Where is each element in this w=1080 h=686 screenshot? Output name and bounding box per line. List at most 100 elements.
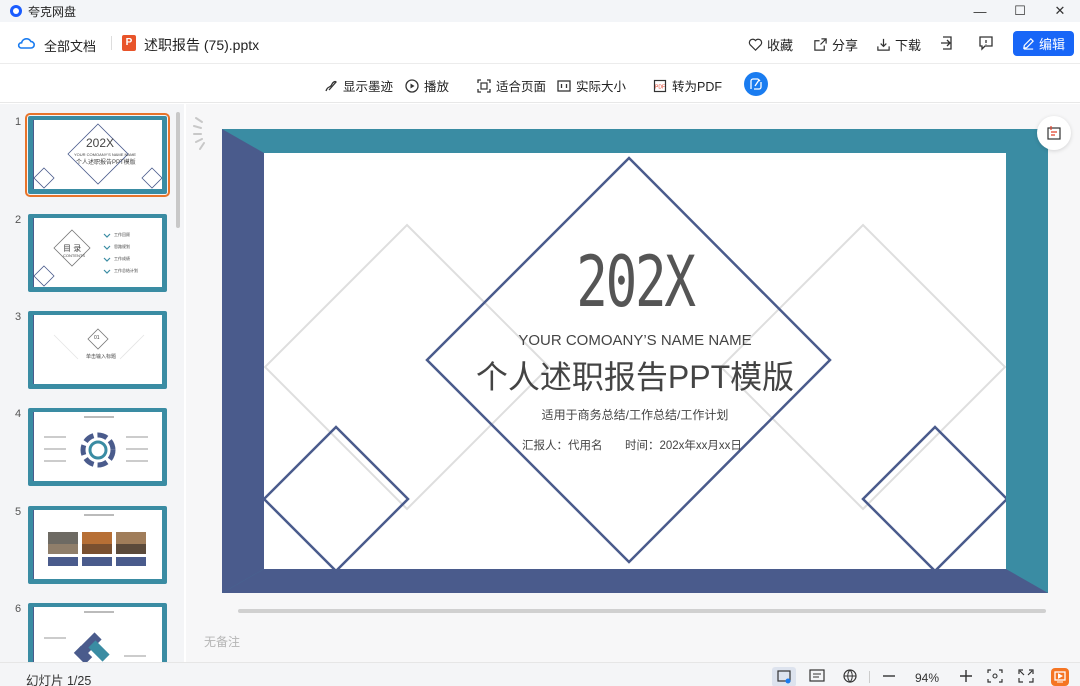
share-icon bbox=[814, 38, 827, 51]
thumbnail-content: 目 录 CONTENTS 工作回顾 思路规划 工作成绩 工作总结计划 bbox=[33, 218, 162, 287]
thumbnail-slide-3[interactable]: 01 单击输入标题 bbox=[28, 311, 167, 389]
edit-button[interactable]: 编辑 bbox=[1013, 31, 1074, 56]
share-label: 分享 bbox=[832, 38, 859, 53]
fullscreen-icon[interactable] bbox=[1018, 669, 1034, 683]
download-button[interactable]: 下载 bbox=[876, 35, 921, 54]
zoom-level: 94% bbox=[915, 671, 940, 685]
slide-time: 时间：202x年xx月xx日 bbox=[625, 440, 742, 452]
svg-text:PDF: PDF bbox=[655, 84, 665, 90]
thumbnail-content bbox=[33, 510, 162, 579]
fit-page-label: 适合页面 bbox=[496, 80, 547, 94]
thumbnail-content bbox=[33, 607, 162, 662]
slideshow-play-icon bbox=[1054, 671, 1066, 683]
thumbnail-scrollbar[interactable] bbox=[176, 112, 180, 228]
thumbnail-content bbox=[33, 412, 162, 481]
thumbnail-content: 202X YOUR COMOANY'S NAME NAME 个人述职报告PPT模… bbox=[33, 120, 162, 189]
play-button[interactable]: 播放 bbox=[405, 76, 449, 95]
thumbnail-section-num: 01 bbox=[94, 335, 100, 341]
thumbnail-section-title: 单击输入标题 bbox=[86, 354, 117, 360]
panel-icon bbox=[1047, 126, 1061, 140]
thumbnail-number: 6 bbox=[15, 603, 22, 615]
pptx-file-icon: P bbox=[122, 35, 136, 51]
actual-size-icon bbox=[557, 79, 571, 92]
speaker-notes[interactable]: 无备注 bbox=[204, 633, 240, 650]
zoom-in-icon[interactable] bbox=[958, 669, 974, 683]
minimize-button[interactable]: — bbox=[960, 0, 1000, 22]
play-icon bbox=[405, 78, 419, 93]
status-bar: 幻灯片 1/25 94% bbox=[0, 662, 1080, 686]
thumbnail-ring-graphic bbox=[44, 416, 148, 468]
play-label: 播放 bbox=[424, 80, 450, 94]
all-documents-link[interactable]: 全部文档 bbox=[44, 36, 96, 55]
thumbnail-slide-6[interactable] bbox=[28, 603, 167, 662]
fit-page-icon bbox=[477, 78, 491, 93]
divider bbox=[111, 36, 112, 50]
download-icon bbox=[877, 38, 890, 51]
thumbnail-slide-1[interactable]: 202X YOUR COMOANY'S NAME NAME 个人述职报告PPT模… bbox=[25, 113, 170, 197]
actual-size-label: 实际大小 bbox=[576, 80, 627, 94]
ai-edit-icon bbox=[750, 78, 762, 90]
document-header: 全部文档 P 述职报告 (75).pptx 收藏 分享 下载 编辑 bbox=[0, 22, 1080, 64]
divider bbox=[869, 671, 870, 683]
title-bar: 夸克网盘 — ☐ ✕ bbox=[0, 0, 1080, 22]
slide-title: 个人述职报告PPT模版 bbox=[475, 359, 795, 395]
slide-year: 202X bbox=[576, 241, 696, 323]
fit-page-button[interactable]: 适合页面 bbox=[477, 76, 546, 95]
collect-label: 收藏 bbox=[767, 38, 794, 53]
horizontal-scrollbar[interactable] bbox=[238, 609, 1046, 613]
file-name: 述职报告 (75).pptx bbox=[144, 37, 260, 53]
thumbnail-slide-2[interactable]: 目 录 CONTENTS 工作回顾 思路规划 工作成绩 工作总结计划 bbox=[28, 214, 167, 292]
thumbnail-photo-graphic bbox=[48, 514, 146, 566]
share-button[interactable]: 分享 bbox=[813, 35, 858, 54]
export-icon[interactable] bbox=[938, 34, 956, 52]
thumbnail-slide-4[interactable] bbox=[28, 408, 167, 486]
thumbnail-number: 5 bbox=[15, 506, 22, 518]
slide-content: 202X YOUR COMOANY’S NAME NAME 个人述职报告PPT模… bbox=[264, 153, 1006, 569]
thumbnail-diamond-graphic bbox=[53, 328, 145, 360]
thumbnail-number: 4 bbox=[15, 408, 22, 420]
loading-spinner-icon bbox=[193, 117, 205, 150]
close-button[interactable]: ✕ bbox=[1040, 0, 1080, 22]
thumbnail-toc-item: 工作回顾 bbox=[114, 232, 130, 237]
thumbnail-toc-sub: CONTENTS bbox=[63, 253, 85, 258]
fit-window-icon[interactable] bbox=[987, 669, 1003, 683]
pencil-icon bbox=[1023, 38, 1034, 50]
thumbnail-number: 3 bbox=[15, 311, 22, 323]
maximize-button[interactable]: ☐ bbox=[1000, 0, 1040, 22]
sidebar-toggle-button[interactable] bbox=[1037, 116, 1071, 150]
show-ink-button[interactable]: 显示墨迹 bbox=[324, 76, 393, 95]
thumbnail-toc-item: 工作成绩 bbox=[114, 256, 130, 261]
thumbnail-toc-item: 工作总结计划 bbox=[114, 268, 138, 273]
actual-size-button[interactable]: 实际大小 bbox=[557, 76, 626, 95]
viewer-toolbar: 显示墨迹 播放 适合页面 实际大小 PDF 转为PDF bbox=[0, 65, 1080, 103]
thumbnail-slide-5[interactable] bbox=[28, 506, 167, 584]
convert-pdf-button[interactable]: PDF 转为PDF bbox=[653, 76, 722, 95]
pdf-icon: PDF bbox=[653, 79, 667, 92]
normal-view-icon bbox=[777, 670, 791, 684]
cloud-icon[interactable] bbox=[17, 36, 35, 50]
slide-subtitle: 适用于商务总结/工作总结/工作计划 bbox=[541, 408, 729, 422]
normal-view-button[interactable] bbox=[772, 667, 796, 686]
thumbnail-content: 01 单击输入标题 bbox=[33, 315, 162, 384]
slide-reporter: 汇报人：代用名 bbox=[522, 440, 603, 452]
zoom-out-icon[interactable] bbox=[881, 669, 897, 683]
thumbnail-panel: 1 202X YOUR COMOANY'S NAME NAME 个人述职报告PP… bbox=[0, 104, 184, 662]
app-name: 夸克网盘 bbox=[28, 4, 77, 19]
edit-label: 编辑 bbox=[1038, 37, 1065, 52]
download-label: 下载 bbox=[895, 38, 922, 53]
show-ink-label: 显示墨迹 bbox=[343, 80, 394, 94]
thumbnail-toc-item: 思路规划 bbox=[114, 244, 130, 249]
ai-assistant-button[interactable] bbox=[744, 72, 768, 96]
collect-button[interactable]: 收藏 bbox=[748, 35, 793, 54]
thumbnail-shape-graphic bbox=[44, 611, 146, 662]
slideshow-button[interactable] bbox=[1051, 668, 1069, 686]
comment-icon[interactable] bbox=[977, 34, 995, 52]
app-logo-icon bbox=[10, 5, 22, 17]
app-window: 夸克网盘 — ☐ ✕ 全部文档 P 述职报告 (75).pptx 收藏 分享 下… bbox=[0, 0, 1080, 686]
slide-counter: 幻灯片 1/25 bbox=[26, 674, 92, 686]
ink-icon bbox=[325, 80, 337, 91]
globe-icon[interactable] bbox=[842, 669, 858, 683]
thumbnail-diamond-graphic bbox=[34, 229, 111, 287]
notes-view-icon[interactable] bbox=[809, 669, 825, 683]
thumbnail-title: 个人述职报告PPT模版 bbox=[76, 160, 136, 166]
